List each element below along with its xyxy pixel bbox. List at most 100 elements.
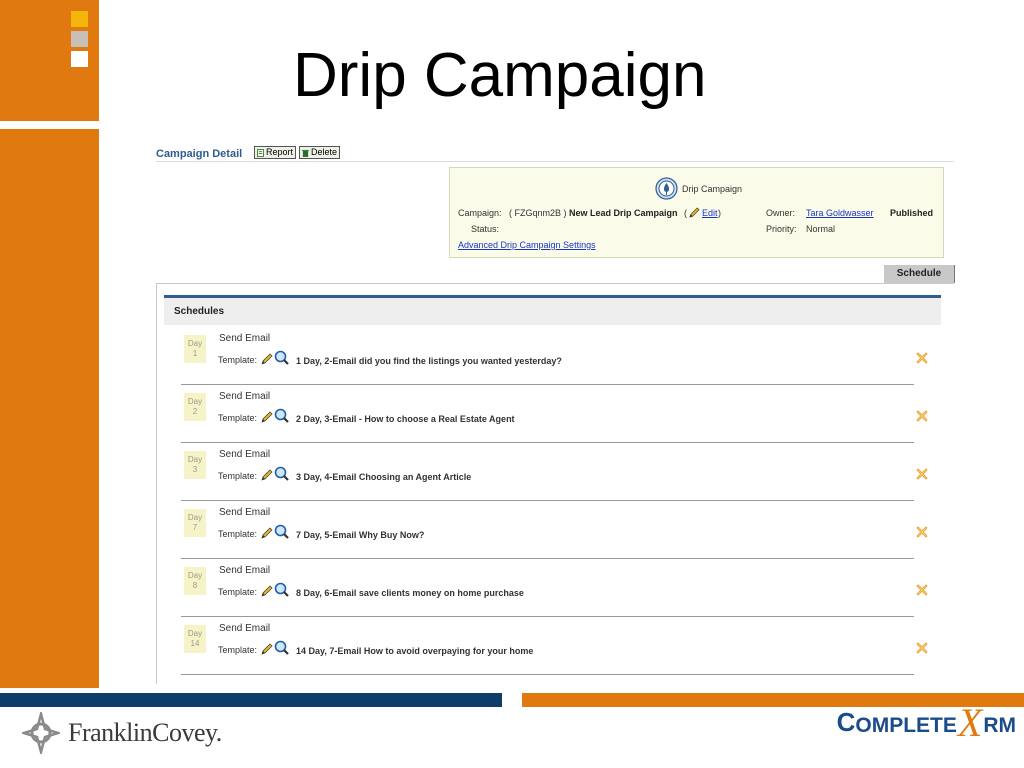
- completexrm-part4: RM: [983, 714, 1016, 737]
- schedule-item: Day 2 Send Email Template: 2 Day, 3-Email - …: [181, 385, 928, 443]
- remove-icon[interactable]: [916, 468, 928, 480]
- footer-bar-navy: [0, 693, 502, 707]
- day-word: Day: [187, 513, 203, 522]
- day-badge: Day 3: [184, 451, 206, 479]
- campaign-detail-header: Campaign Detail Report Delete: [156, 146, 954, 162]
- day-word: Day: [187, 339, 203, 348]
- edit-pencil-icon[interactable]: [261, 353, 273, 365]
- template-label: Template:: [218, 645, 258, 655]
- template-name: 2 Day, 3-Email - How to choose a Real Es…: [296, 414, 515, 424]
- report-icon: [257, 148, 264, 157]
- edit-pencil-icon[interactable]: [261, 411, 273, 423]
- template-label: Template:: [218, 529, 258, 539]
- day-word: Day: [187, 455, 203, 464]
- template-label: Template:: [218, 413, 258, 423]
- preview-magnifier-icon[interactable]: [274, 524, 289, 539]
- delete-button-label: Delete: [311, 147, 338, 157]
- action-label: Send Email: [219, 449, 271, 460]
- template-name: 14 Day, 7-Email How to avoid overpaying …: [296, 646, 534, 656]
- day-badge: Day 8: [184, 567, 206, 595]
- remove-icon[interactable]: [916, 352, 928, 364]
- day-word: Day: [187, 397, 203, 406]
- edit-pencil-icon[interactable]: [261, 527, 273, 539]
- template-label: Template:: [218, 355, 258, 365]
- schedule-item: Day 3 Send Email Template: 3 Day, 4-Email Ch…: [181, 443, 928, 501]
- owner-label: Owner:: [766, 208, 796, 218]
- schedule-item: Day 1 Send Email Template: 1 Day, 2-Email di…: [181, 327, 928, 385]
- day-badge: Day 7: [184, 509, 206, 537]
- edit-open-paren: (: [684, 208, 687, 218]
- day-badge: Day 2: [184, 393, 206, 421]
- action-label: Send Email: [219, 507, 271, 518]
- schedule-item: Day 8 Send Email Template: 8 Day, 6-Email sa…: [181, 559, 928, 617]
- advanced-settings-link[interactable]: Advanced Drip Campaign Settings: [458, 240, 596, 250]
- template-name: 3 Day, 4-Email Choosing an Agent Article: [296, 472, 472, 482]
- day-number: 8: [192, 581, 198, 590]
- preview-magnifier-icon[interactable]: [274, 466, 289, 481]
- schedule-item: Day 7 Send Email Template: 7 Day, 5-Email Wh…: [181, 501, 928, 559]
- status-label: Status:: [471, 224, 500, 234]
- preview-magnifier-icon[interactable]: [274, 408, 289, 423]
- template-name: 1 Day, 2-Email did you find the listings…: [296, 356, 562, 366]
- campaign-code: ( FZGqnm2B ): [509, 208, 567, 218]
- delete-button[interactable]: Delete: [299, 146, 341, 159]
- priority-label: Priority:: [766, 224, 797, 234]
- edit-close-paren: ): [718, 208, 721, 218]
- day-badge: Day 1: [184, 335, 206, 363]
- template-label: Template:: [218, 587, 258, 597]
- campaign-detail-box: Drip Campaign Campaign: ( FZGqnm2B ) New…: [449, 167, 944, 258]
- preview-magnifier-icon[interactable]: [274, 582, 289, 597]
- accent-square-yellow: [71, 11, 88, 27]
- preview-magnifier-icon[interactable]: [274, 640, 289, 655]
- day-number: 14: [190, 639, 200, 648]
- edit-pencil-icon[interactable]: [261, 469, 273, 481]
- day-number: 3: [192, 465, 198, 474]
- campaign-name: New Lead Drip Campaign: [569, 208, 678, 218]
- schedules-panel: Schedules Day 1 Send Email Template: 1 Day, …: [156, 284, 954, 684]
- action-label: Send Email: [219, 565, 271, 576]
- action-label: Send Email: [219, 391, 271, 402]
- schedules-title: Schedules: [174, 306, 225, 317]
- day-number: 2: [192, 407, 198, 416]
- footer-bar-orange: [522, 693, 1024, 707]
- day-number: 1: [192, 349, 198, 358]
- franklincovey-wordmark: FranklinCovey.: [68, 718, 222, 747]
- accent-square-white: [71, 51, 88, 67]
- remove-icon[interactable]: [916, 526, 928, 538]
- campaign-label: Campaign:: [458, 208, 502, 218]
- edit-link[interactable]: Edit: [702, 208, 718, 218]
- tab-schedule[interactable]: Schedule: [884, 265, 955, 283]
- left-accent-bar: [0, 129, 99, 688]
- published-status: Published: [890, 208, 934, 218]
- compass-icon: [22, 712, 60, 754]
- template-name: 8 Day, 6-Email save clients money on hom…: [296, 588, 524, 598]
- slide-title: Drip Campaign: [293, 41, 707, 110]
- report-button[interactable]: Report: [254, 146, 297, 159]
- remove-icon[interactable]: [916, 642, 928, 654]
- preview-magnifier-icon[interactable]: [274, 350, 289, 365]
- completexrm-logo: C OMPLETE X RM: [836, 700, 1016, 745]
- remove-icon[interactable]: [916, 584, 928, 596]
- report-button-label: Report: [266, 147, 294, 157]
- campaign-type-label: Drip Campaign: [682, 184, 743, 194]
- accent-square-gray: [71, 31, 88, 47]
- completexrm-x: X: [957, 700, 983, 745]
- priority-value: Normal: [806, 224, 836, 234]
- drip-campaign-icon: [655, 177, 678, 200]
- schedule-item: Day 14 Send Email Template: 14 Day, 7-Email …: [181, 617, 928, 675]
- remove-icon[interactable]: [916, 410, 928, 422]
- template-label: Template:: [218, 471, 258, 481]
- schedules-header: Schedules: [164, 295, 941, 325]
- template-name: 7 Day, 5-Email Why Buy Now?: [296, 530, 425, 540]
- edit-pencil-icon: [689, 207, 700, 218]
- franklincovey-logo: FranklinCovey.: [22, 712, 222, 754]
- edit-pencil-icon[interactable]: [261, 585, 273, 597]
- day-word: Day: [187, 629, 203, 638]
- trash-icon: [302, 149, 309, 157]
- edit-pencil-icon[interactable]: [261, 643, 273, 655]
- action-label: Send Email: [219, 333, 271, 344]
- owner-link[interactable]: Tara Goldwasser: [806, 208, 874, 218]
- day-word: Day: [187, 571, 203, 580]
- completexrm-part1: C: [836, 707, 856, 737]
- action-label: Send Email: [219, 623, 271, 634]
